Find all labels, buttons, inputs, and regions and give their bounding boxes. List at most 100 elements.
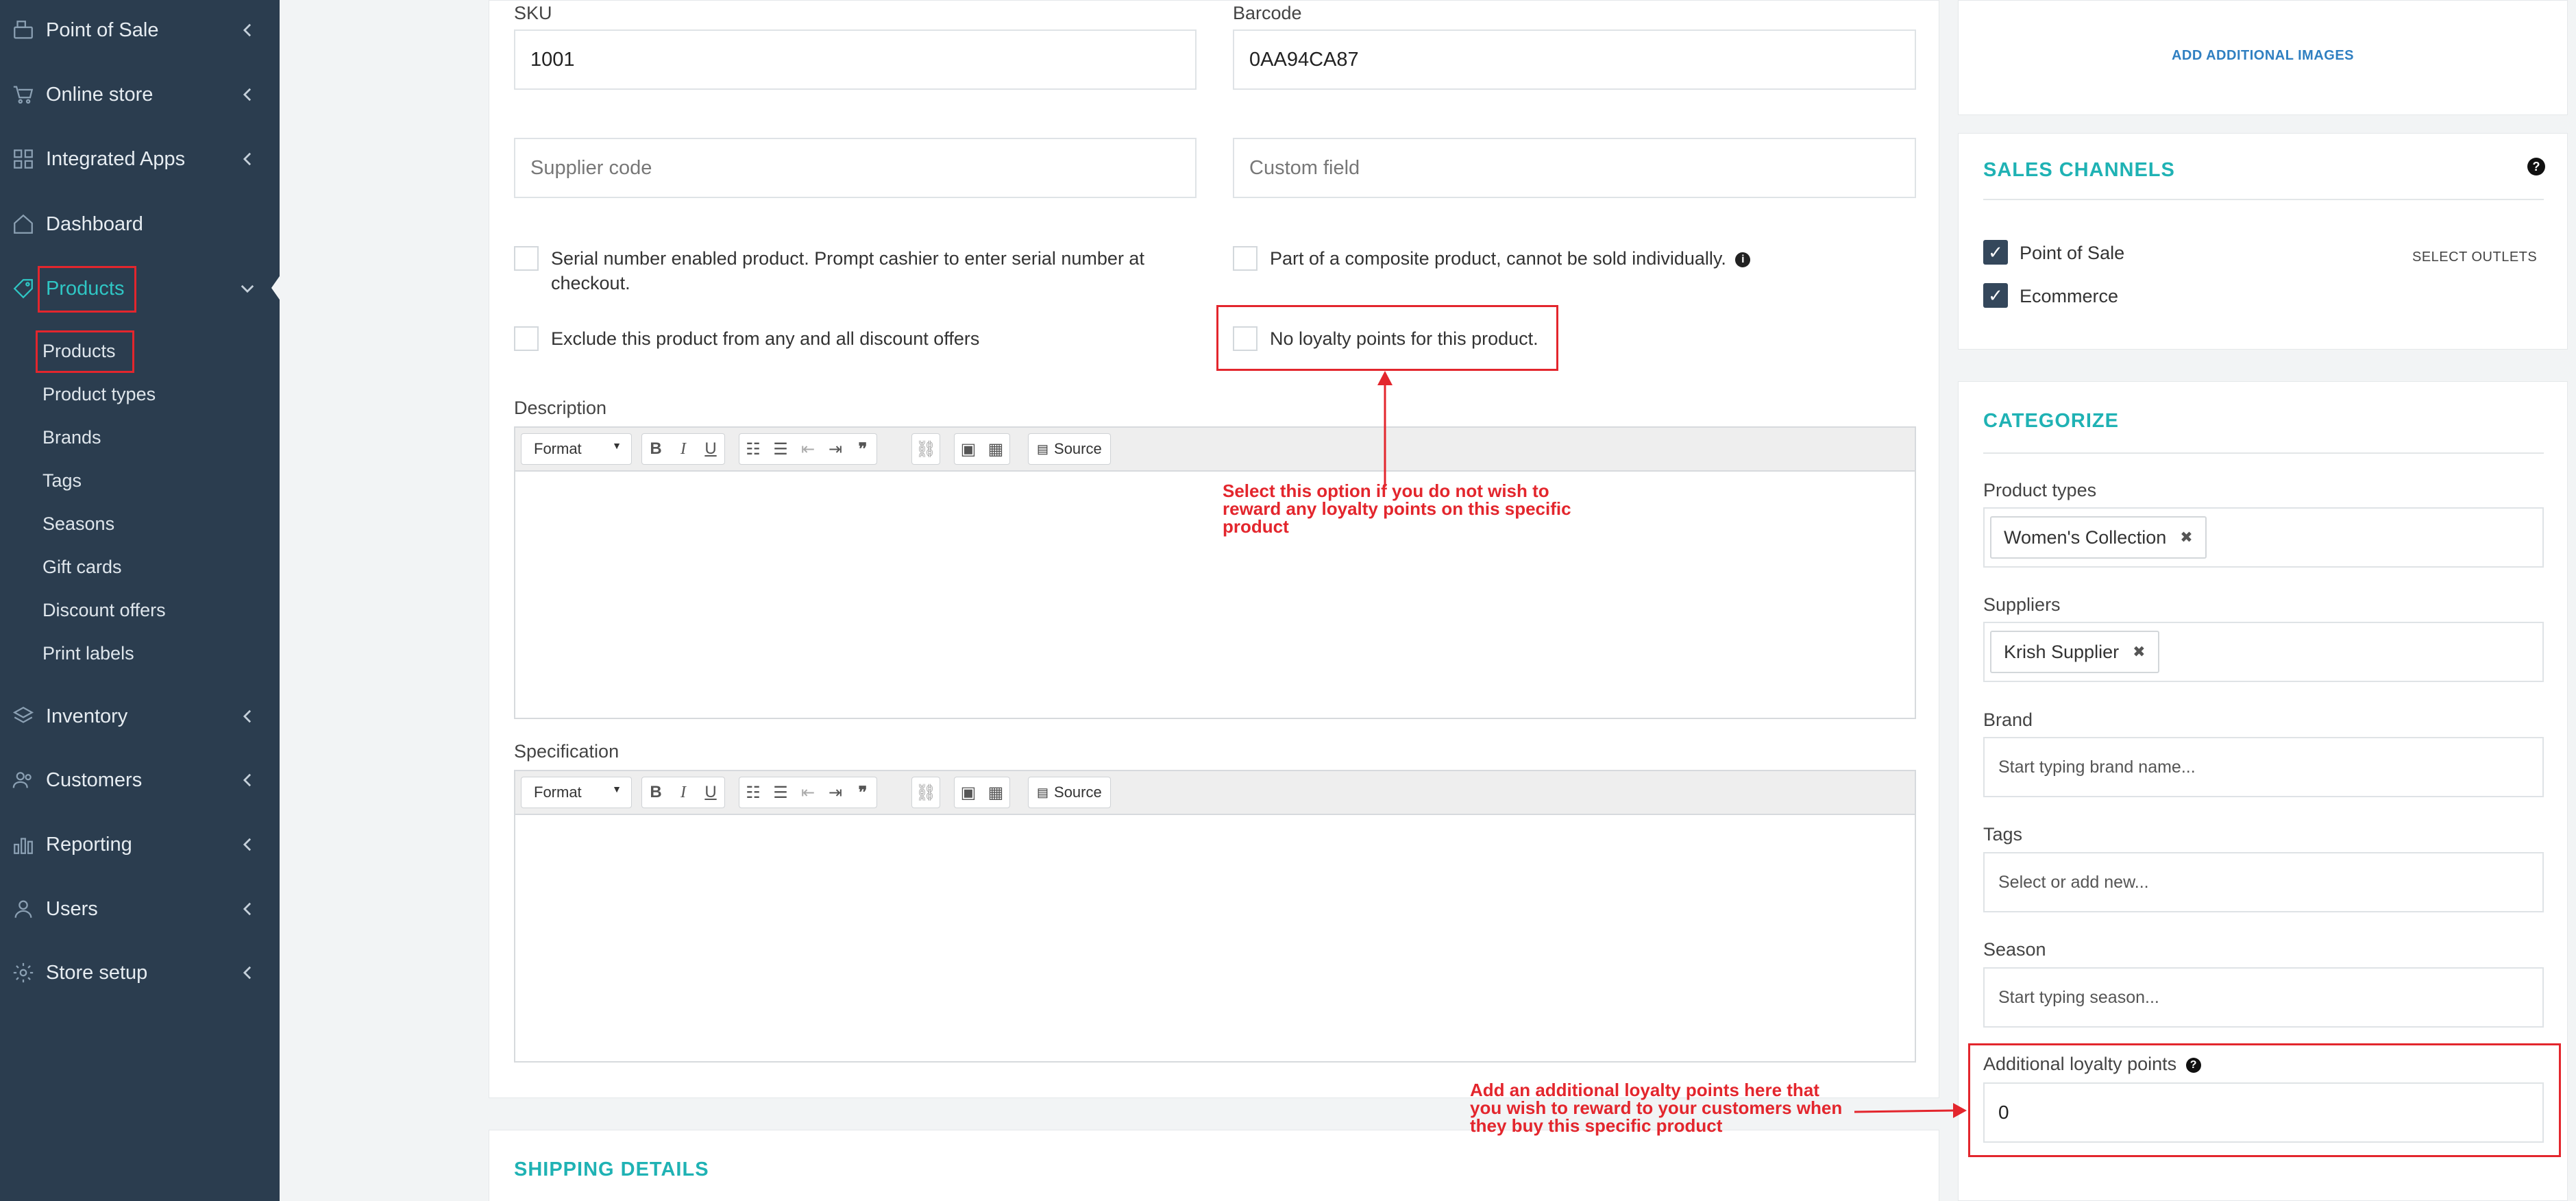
numbered-list-icon[interactable]: ☷ [739, 777, 767, 808]
custom-field-field[interactable] [1249, 139, 1915, 197]
outdent-icon[interactable]: ⇤ [794, 434, 822, 464]
link-icon[interactable]: ⛓ [912, 434, 940, 464]
nav-dashboard[interactable]: Dashboard [0, 199, 280, 249]
italic-icon[interactable]: I [670, 434, 697, 464]
specification-label: Specification [514, 741, 620, 762]
source-icon: ▤ [1037, 785, 1049, 799]
channel-pos-checkbox[interactable]: ✓ [1983, 240, 2008, 265]
people-icon [10, 766, 37, 794]
subnav-brands[interactable]: Brands [42, 424, 101, 451]
exclude-discount-label: Exclude this product from any and all di… [551, 328, 980, 349]
outdent-icon[interactable]: ⇤ [794, 777, 822, 808]
annotation-line: reward any loyalty points on this specif… [1223, 498, 1571, 519]
editor-toolbar: Format ▼ B I U ☷ ☰ ⇤ ⇥ ❞ ⛓ ▣ ▦ ▤ Source [515, 428, 1915, 472]
cart-icon [10, 81, 37, 108]
help-icon[interactable]: ? [2527, 158, 2545, 175]
indent-icon[interactable]: ⇥ [822, 434, 849, 464]
channel-ecommerce-checkbox[interactable]: ✓ [1983, 283, 2008, 308]
tags-label: Tags [1983, 824, 2023, 845]
source-button[interactable]: ▤ Source [1028, 433, 1111, 465]
nav-inventory[interactable]: Inventory [0, 692, 280, 741]
add-additional-images-link[interactable]: ADD ADDITIONAL IMAGES [1958, 48, 2568, 64]
supplier-code-field[interactable] [530, 139, 1195, 197]
nav-label: Customers [46, 768, 143, 791]
categorize-title: CATEGORIZE [1983, 410, 2119, 432]
supplier-code-input[interactable] [514, 138, 1197, 198]
format-dropdown-label: Format ▼ [522, 440, 631, 458]
specification-editor[interactable]: Format ▼ B I U ☷ ☰ ⇤ ⇥ ❞ ⛓ ▣ ▦ ▤ Source [514, 770, 1916, 1063]
additional-loyalty-input[interactable] [1983, 1082, 2544, 1143]
chevron-left-icon [240, 837, 255, 852]
chevron-left-icon [240, 151, 255, 167]
nav-users[interactable]: Users [0, 884, 280, 934]
nav-online-store[interactable]: Online store [0, 70, 280, 119]
nav-store-setup[interactable]: Store setup [0, 948, 280, 997]
barcode-input[interactable] [1233, 29, 1916, 90]
subnav-discount-offers[interactable]: Discount offers [42, 596, 166, 624]
product-types-input[interactable]: Women's Collection ✖ [1983, 507, 2544, 568]
subnav-product-types[interactable]: Product types [42, 380, 156, 408]
sku-input-field[interactable] [530, 31, 1195, 88]
bullet-list-icon[interactable]: ☰ [767, 434, 794, 464]
underline-icon[interactable]: U [697, 434, 724, 464]
exclude-discount-checkbox[interactable] [514, 326, 539, 351]
sku-input[interactable] [514, 29, 1197, 90]
remove-tag-icon[interactable]: ✖ [2133, 643, 2145, 661]
indent-icon[interactable]: ⇥ [822, 777, 849, 808]
subnav-gift-cards[interactable]: Gift cards [42, 553, 122, 581]
text-style-group: B I U [641, 777, 725, 808]
image-icon[interactable]: ▣ [955, 434, 982, 464]
format-dropdown[interactable]: Format ▼ [521, 777, 632, 808]
nav-label: Users [46, 897, 98, 920]
link-icon[interactable]: ⛓ [912, 777, 940, 808]
nav-customers[interactable]: Customers [0, 755, 280, 805]
barcode-label: Barcode [1233, 3, 1302, 23]
underline-icon[interactable]: U [697, 777, 724, 808]
season-input[interactable] [1983, 967, 2544, 1028]
bullet-list-icon[interactable]: ☰ [767, 777, 794, 808]
serial-number-checkbox[interactable] [514, 246, 539, 271]
image-icon[interactable]: ▣ [955, 777, 982, 808]
select-outlets-link[interactable]: SELECT OUTLETS [2412, 250, 2537, 265]
help-icon[interactable]: ? [2185, 1057, 2201, 1073]
blockquote-icon[interactable]: ❞ [849, 434, 876, 464]
tag-label: Krish Supplier [2004, 641, 2120, 662]
bold-icon[interactable]: B [642, 777, 670, 808]
custom-field-input[interactable] [1233, 138, 1916, 198]
format-dropdown[interactable]: Format ▼ [521, 433, 632, 465]
no-loyalty-checkbox[interactable] [1233, 326, 1258, 351]
subnav-tags[interactable]: Tags [42, 467, 82, 494]
subnav-print-labels[interactable]: Print labels [42, 640, 134, 667]
blockquote-icon[interactable]: ❞ [849, 777, 876, 808]
tags-input[interactable] [1983, 852, 2544, 912]
nav-label: Reporting [46, 833, 132, 856]
tags-field[interactable] [1998, 872, 2542, 893]
season-field[interactable] [1998, 987, 2542, 1008]
nav-reporting[interactable]: Reporting [0, 820, 280, 869]
remove-tag-icon[interactable]: ✖ [2180, 529, 2192, 546]
chevron-left-icon [240, 901, 255, 917]
table-icon[interactable]: ▦ [982, 434, 1009, 464]
subnav-seasons[interactable]: Seasons [42, 510, 114, 537]
barcode-input-field[interactable] [1249, 31, 1915, 88]
highlight-box [38, 266, 136, 313]
brand-field[interactable] [1998, 757, 2542, 777]
nav-label: Integrated Apps [46, 147, 186, 170]
table-icon[interactable]: ▦ [982, 777, 1009, 808]
annotation-line: Select this option if you do not wish to [1223, 481, 1549, 501]
info-icon[interactable]: i [1735, 252, 1751, 267]
description-editor[interactable]: Format ▼ B I U ☷ ☰ ⇤ ⇥ ❞ ⛓ ▣ ▦ ▤ Source [514, 426, 1916, 719]
suppliers-input[interactable]: Krish Supplier ✖ [1983, 622, 2544, 682]
nav-label: Dashboard [46, 213, 143, 235]
composite-checkbox[interactable] [1233, 246, 1258, 271]
italic-icon[interactable]: I [670, 777, 697, 808]
nav-point-of-sale[interactable]: Point of Sale [0, 5, 280, 55]
numbered-list-icon[interactable]: ☷ [739, 434, 767, 464]
brand-input[interactable] [1983, 737, 2544, 797]
additional-loyalty-field[interactable] [1998, 1102, 2542, 1124]
source-button-inner: ▤ Source [1029, 440, 1110, 458]
source-button[interactable]: ▤ Source [1028, 777, 1111, 808]
bold-icon[interactable]: B [642, 434, 670, 464]
nav-integrated-apps[interactable]: Integrated Apps [0, 134, 280, 184]
composite-label: Part of a composite product, cannot be s… [1270, 246, 1751, 271]
